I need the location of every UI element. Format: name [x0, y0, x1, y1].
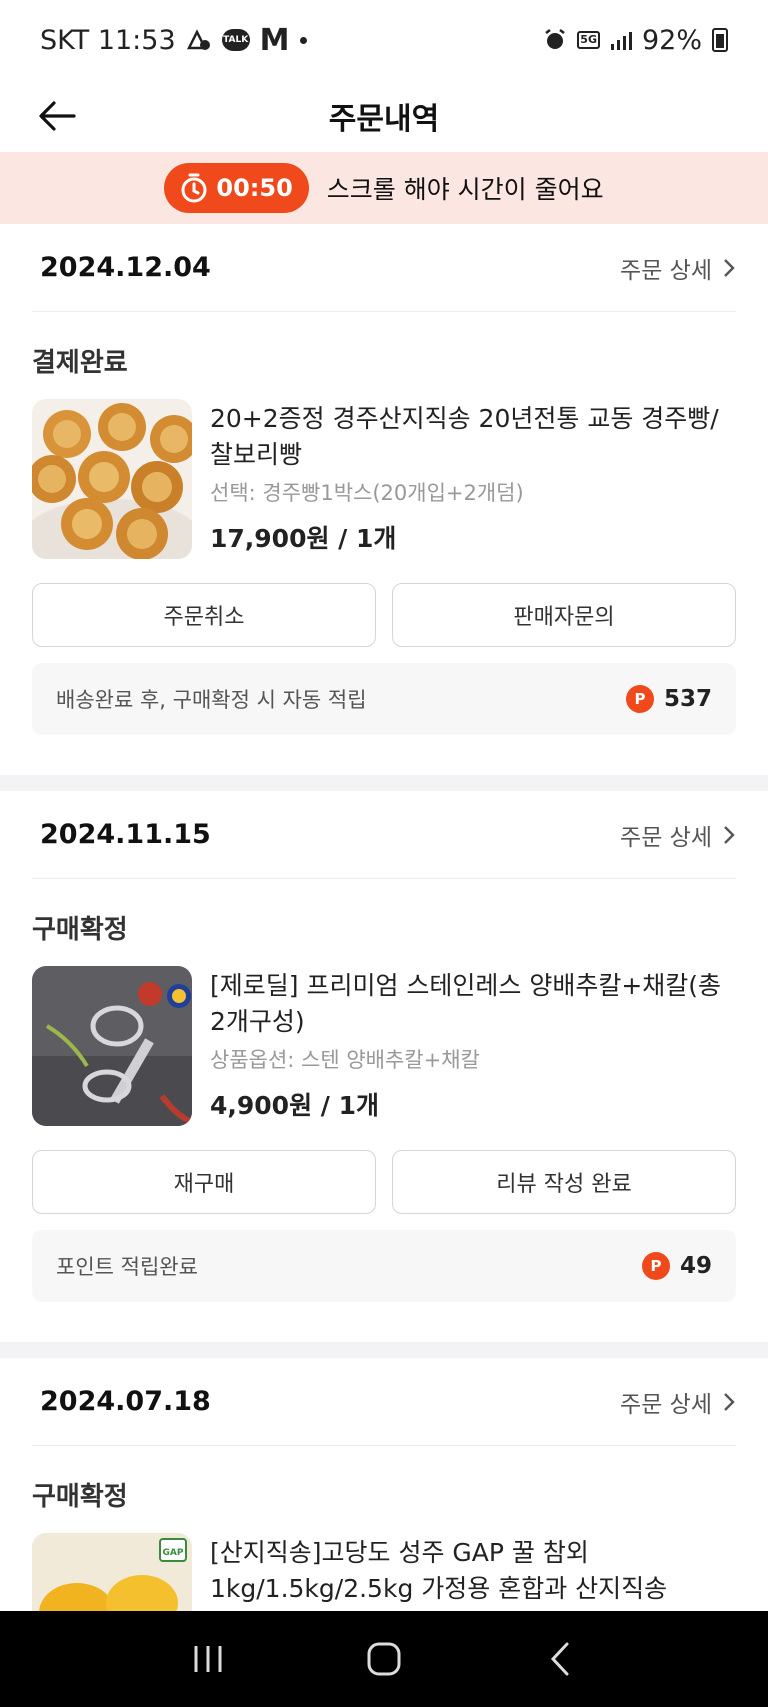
order-header: 2024.07.18 주문 상세 [32, 1358, 736, 1446]
system-nav-bar [0, 1611, 768, 1707]
timer-pill: 00:50 [164, 163, 309, 213]
order-actions: 주문취소 판매자문의 [32, 583, 736, 647]
product-option: 선택: 경주빵1박스(20개입+2개덤) [210, 481, 524, 505]
order-date: 2024.07.18 [40, 1386, 211, 1417]
back-button[interactable] [36, 94, 80, 138]
order-detail-link[interactable]: 주문 상세 [620, 251, 736, 285]
order-date: 2024.12.04 [40, 252, 211, 283]
recent-apps-button[interactable] [178, 1629, 238, 1689]
product-price: 4,900원 / 1개 [210, 1091, 380, 1120]
timer-value: 00:50 [216, 174, 293, 202]
carrier-time: SKT 11:53 [40, 24, 176, 56]
order-detail-label: 주문 상세 [620, 824, 712, 851]
notification-icon [186, 28, 212, 52]
product-name: [산지직송]고당도 성주 GAP 꿀 참외 1kg/1.5kg/2.5kg 가정… [210, 1538, 668, 1603]
back-nav-button[interactable] [530, 1629, 590, 1689]
product-info: 20+2증정 경주산지직송 20년전통 교동 경주빵/찰보리빵 선택: 경주빵1… [210, 399, 736, 559]
product-info: [제로딜] 프리미엄 스테인레스 양배추칼+채칼(총2개구성) 상품옵션: 스텐… [210, 966, 736, 1126]
repurchase-button[interactable]: 재구매 [32, 1150, 376, 1214]
page-title: 주문내역 [328, 102, 440, 137]
order-detail-link[interactable]: 주문 상세 [620, 818, 736, 852]
order-date: 2024.11.15 [40, 819, 211, 850]
product-name: 20+2증정 경주산지직송 20년전통 교동 경주빵/찰보리빵 [210, 404, 719, 469]
chevron-right-icon [724, 1392, 735, 1411]
points-value: 49 [679, 1253, 712, 1279]
order-divider [0, 1342, 768, 1358]
order-detail-label: 주문 상세 [620, 1391, 712, 1418]
back-icon [550, 1642, 569, 1676]
screen: SKT 11:53 TALK M 5G 92% 주문내역 00:50 스크롤 해… [0, 0, 768, 1707]
order-actions: 재구매 리뷰 작성 완료 [32, 1150, 736, 1214]
status-bar: SKT 11:53 TALK M 5G 92% [0, 0, 768, 80]
order-detail-label: 주문 상세 [620, 257, 712, 284]
order-status: 구매확정 [32, 915, 128, 945]
order-status: 구매확정 [32, 1482, 128, 1512]
order-header: 2024.12.04 주문 상세 [32, 224, 736, 312]
gmail-icon: M [259, 22, 290, 58]
home-icon [367, 1642, 401, 1676]
product-option: 상품옵션: 스텐 양배추칼+채칼 [210, 1048, 480, 1072]
product-price: 17,900원 / 1개 [210, 524, 397, 553]
chevron-right-icon [724, 825, 735, 844]
points-amount: P 49 [641, 1252, 712, 1280]
product-thumbnail [32, 966, 192, 1126]
header: 주문내역 [0, 80, 768, 152]
order-list: 2024.12.04 주문 상세 결제완료 20+2증정 경주산지직송 20년전… [0, 224, 768, 1693]
points-value: 537 [663, 686, 712, 712]
signal-icon [610, 30, 632, 50]
alarm-icon [543, 28, 567, 52]
recent-apps-icon [194, 1646, 222, 1672]
status-left: SKT 11:53 TALK M [40, 23, 307, 58]
timer-message: 스크롤 해야 시간이 줄어요 [326, 175, 604, 204]
points-info: 포인트 적립완료 P 49 [32, 1230, 736, 1302]
order-divider [0, 775, 768, 791]
chevron-right-icon [724, 258, 735, 277]
product-item[interactable]: [제로딜] 프리미엄 스테인레스 양배추칼+채칼(총2개구성) 상품옵션: 스텐… [32, 966, 736, 1126]
order-card: 2024.11.15 주문 상세 구매확정 [제로딜] 프리미엄 스테인레스 양… [0, 791, 768, 1302]
status-right: 5G 92% [543, 25, 728, 56]
points-label: 배송완료 후, 구매확정 시 자동 적립 [56, 688, 367, 712]
network-5g-badge: 5G [577, 31, 600, 49]
gap-badge-text: GAP [163, 1548, 184, 1558]
arrow-left-icon [39, 101, 76, 131]
points-amount: P 537 [625, 685, 712, 713]
timer-banner: 00:50 스크롤 해야 시간이 줄어요 [0, 152, 768, 224]
more-notifications-dot [299, 36, 307, 44]
cancel-order-button[interactable]: 주문취소 [32, 583, 376, 647]
points-info: 배송완료 후, 구매확정 시 자동 적립 P 537 [32, 663, 736, 735]
contact-seller-button[interactable]: 판매자문의 [392, 583, 736, 647]
product-name: [제로딜] 프리미엄 스테인레스 양배추칼+채칼(총2개구성) [210, 971, 722, 1036]
product-thumbnail [32, 399, 192, 559]
point-coin-icon: P [625, 685, 654, 713]
points-label: 포인트 적립완료 [56, 1255, 198, 1279]
order-status: 결제완료 [32, 348, 128, 378]
order-header: 2024.11.15 주문 상세 [32, 791, 736, 879]
product-item[interactable]: 20+2증정 경주산지직송 20년전통 교동 경주빵/찰보리빵 선택: 경주빵1… [32, 399, 736, 559]
home-button[interactable] [354, 1629, 414, 1689]
review-complete-button[interactable]: 리뷰 작성 완료 [392, 1150, 736, 1214]
battery-percent: 92% [641, 24, 702, 56]
talk-icon: TALK [221, 29, 250, 51]
point-coin-icon: P [641, 1252, 670, 1280]
stopwatch-icon [181, 173, 207, 203]
order-detail-link[interactable]: 주문 상세 [620, 1385, 736, 1419]
battery-icon [712, 28, 728, 52]
order-card: 2024.12.04 주문 상세 결제완료 20+2증정 경주산지직송 20년전… [0, 224, 768, 735]
